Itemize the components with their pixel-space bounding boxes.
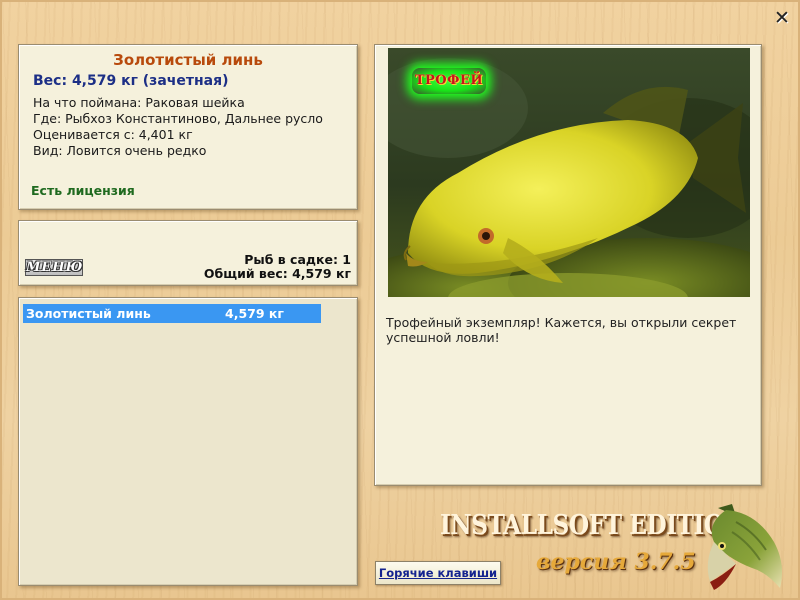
total-weight: Общий вес: 4,579 кг (203, 266, 351, 281)
menu-button[interactable]: МЕНЮ (25, 259, 83, 276)
fish-info-panel: Золотистый линь Вес: 4,579 кг (зачетная)… (18, 44, 358, 210)
cage-summary-panel: МЕНЮ Рыб в садке: 1 Общий вес: 4,579 кг (18, 220, 358, 286)
rarity-info: Вид: Ловится очень редко (33, 143, 207, 158)
version-label: версия 3.7.5 (536, 549, 696, 575)
fish-count: Рыб в садке: 1 (244, 252, 351, 267)
trophy-description: Трофейный экземпляр! Кажется, вы открыли… (386, 315, 737, 345)
license-status: Есть лицензия (31, 183, 135, 198)
bait-info: На что поймана: Раковая шейка (33, 95, 245, 110)
list-item[interactable]: Золотистый линь 4,579 кг (23, 304, 321, 323)
catch-list: Золотистый линь 4,579 кг (18, 297, 358, 586)
hotkeys-label: Горячие клавиши (378, 566, 498, 580)
fish-photo-panel: ТРОФЕЙ Трофейный экземпляр! Кажется, вы … (374, 44, 762, 486)
trophy-badge: ТРОФЕЙ (412, 68, 486, 94)
fish-photo: ТРОФЕЙ (388, 48, 750, 297)
close-icon[interactable]: ✕ (772, 8, 792, 28)
threshold-info: Оценивается с: 4,401 кг (33, 127, 193, 142)
catch-name: Золотистый линь (26, 306, 151, 321)
location-info: Где: Рыбхоз Константиново, Дальнее русло (33, 111, 323, 126)
pike-fish-icon (696, 502, 790, 594)
fish-weight: Вес: 4,579 кг (зачетная) (33, 73, 229, 89)
fish-title: Золотистый линь (113, 51, 263, 69)
catch-weight: 4,579 кг (225, 306, 284, 321)
hotkeys-button[interactable]: Горячие клавиши (375, 561, 501, 585)
